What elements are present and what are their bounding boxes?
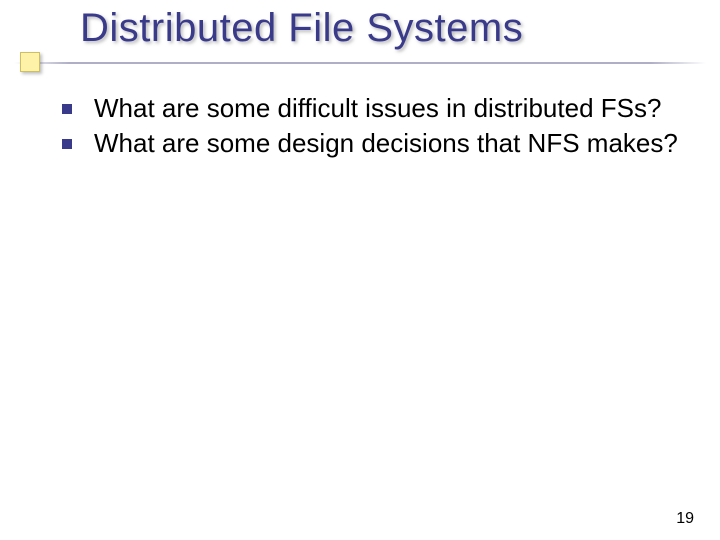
title-area: Distributed File Systems: [0, 6, 720, 51]
bullet-square-icon: [62, 104, 72, 114]
page-number: 19: [676, 510, 694, 528]
title-underline: [14, 62, 706, 64]
bullet-text: What are some difficult issues in distri…: [94, 92, 661, 125]
slide-title: Distributed File Systems: [80, 6, 720, 51]
bullet-square-icon: [62, 139, 72, 149]
list-item: What are some difficult issues in distri…: [62, 92, 682, 125]
content-area: What are some difficult issues in distri…: [62, 92, 682, 161]
bullet-text: What are some design decisions that NFS …: [94, 127, 678, 160]
list-item: What are some design decisions that NFS …: [62, 127, 682, 160]
accent-square-icon: [20, 52, 40, 72]
